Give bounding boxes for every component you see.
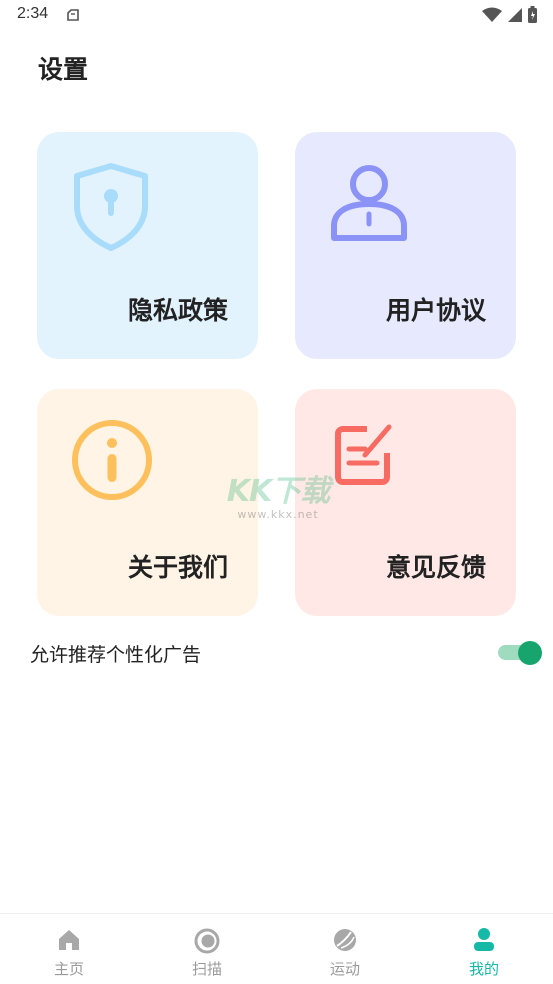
personalized-ads-row: 允许推荐个性化广告 [30,632,542,672]
signal-icon [508,7,522,27]
home-icon [57,928,81,956]
tab-mine[interactable]: 我的 [415,914,553,984]
status-icons [482,6,537,27]
about-us-label: 关于我们 [127,553,228,582]
scan-icon [194,928,220,958]
tab-sport-label: 运动 [329,960,360,978]
wifi-icon [482,7,502,27]
feedback-card[interactable]: 意见反馈 [295,389,516,616]
info-icon [71,419,153,505]
battery-icon [528,6,537,27]
shield-icon [71,162,151,256]
about-us-card[interactable]: 关于我们 [37,389,258,616]
tab-sport[interactable]: 运动 [276,914,414,984]
tab-scan-label: 扫描 [191,960,222,978]
ball-icon [333,928,357,956]
toggle-knob [518,641,542,665]
user-icon [329,162,409,246]
profile-icon [473,928,495,956]
feedback-label: 意见反馈 [385,553,486,582]
user-agreement-card[interactable]: 用户协议 [295,132,516,359]
tab-mine-label: 我的 [468,960,499,978]
privacy-policy-label: 隐私政策 [127,296,228,325]
status-bar: 2:34 [0,0,553,32]
tab-home[interactable]: 主页 [0,914,138,984]
page-title: 设置 [38,55,89,84]
user-agreement-label: 用户协议 [385,296,486,325]
personalized-ads-toggle[interactable] [498,641,542,665]
edit-icon [329,419,395,489]
notification-icon [66,8,80,27]
personalized-ads-label: 允许推荐个性化广告 [30,644,202,666]
status-time: 2:34 [17,5,49,22]
tab-home-label: 主页 [53,960,84,978]
tab-scan[interactable]: 扫描 [138,914,276,984]
bottom-tab-bar: 主页 扫描 运动 我的 [0,913,553,984]
privacy-policy-card[interactable]: 隐私政策 [37,132,258,359]
